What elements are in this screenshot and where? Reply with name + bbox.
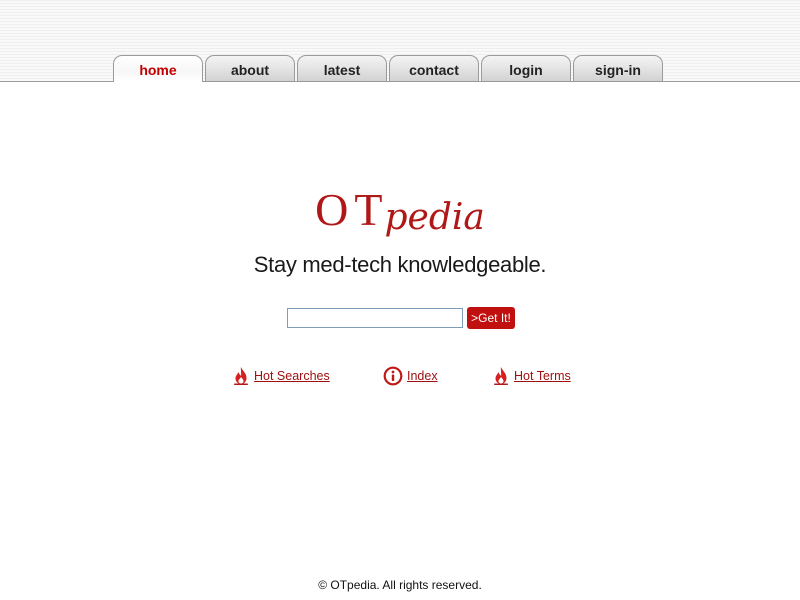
tab-about[interactable]: about [205,55,295,81]
site-logo: OTpedia [0,183,800,238]
flame-icon [494,367,508,385]
index-label: Index [407,369,438,383]
info-icon [383,366,403,386]
tab-sign-in[interactable]: sign-in [573,55,663,81]
search-form: >Get It! [287,307,515,329]
search-input[interactable] [287,308,463,328]
get-it-button[interactable]: >Get It! [467,307,515,329]
page: home about latest contact login sign-in … [0,0,800,600]
footer-copyright: © OTpedia. All rights reserved. [318,578,482,592]
tab-home[interactable]: home [113,55,203,82]
logo-ot-text: OT [315,184,389,235]
hot-terms-link[interactable]: Hot Terms [492,366,571,386]
tagline: Stay med-tech knowledgeable. [253,252,547,277]
flame-icon [234,367,248,385]
nav-tabs: home about latest contact login sign-in [113,55,665,82]
index-link[interactable]: Index [383,366,438,386]
hot-terms-label: Hot Terms [514,369,571,383]
hot-searches-label: Hot Searches [254,369,330,383]
hot-searches-link[interactable]: Hot Searches [232,366,330,386]
logo-pedia-text: pedia [384,197,485,238]
tab-contact[interactable]: contact [389,55,479,81]
tab-login[interactable]: login [481,55,571,81]
tab-latest[interactable]: latest [297,55,387,81]
quick-links: Hot Searches Index Hot Terms [0,366,800,388]
